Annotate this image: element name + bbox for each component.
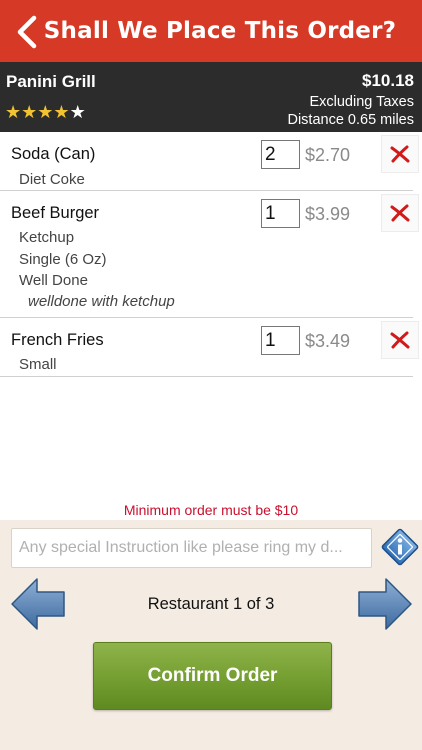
- page-title: Shall We Place This Order?: [43, 18, 397, 44]
- star-icon: ★: [37, 102, 54, 122]
- rating-stars: ★★★★★: [5, 102, 86, 123]
- order-item: Beef Burger 1 $3.99 Ketchup Single (6 Oz…: [0, 191, 419, 318]
- item-name: French Fries: [11, 331, 104, 349]
- item-option: Well Done: [19, 272, 88, 289]
- order-item: Soda (Can) 2 $2.70 Diet Coke: [0, 132, 419, 191]
- item-option: Ketchup: [19, 229, 75, 246]
- special-instructions-input[interactable]: [11, 528, 372, 568]
- item-option: Diet Coke: [19, 171, 85, 188]
- app-header: Shall We Place This Order?: [0, 0, 422, 62]
- order-item: French Fries 1 $3.49 Small: [0, 318, 419, 377]
- restaurant-distance: Distance 0.65 miles: [287, 112, 414, 128]
- order-item-list: Soda (Can) 2 $2.70 Diet Coke Beef Burger…: [0, 132, 422, 377]
- back-button[interactable]: [10, 12, 44, 52]
- minimum-order-warning: Minimum order must be $10: [123, 502, 299, 518]
- x-icon: [390, 145, 410, 163]
- remove-item-button[interactable]: [381, 194, 419, 232]
- order-total: $10.18: [362, 71, 414, 90]
- item-name: Soda (Can): [11, 145, 96, 163]
- item-name: Beef Burger: [11, 204, 100, 222]
- star-icon: ★: [5, 102, 22, 122]
- quantity-field[interactable]: 1: [261, 326, 300, 355]
- star-empty-icon: ★: [69, 102, 86, 122]
- confirm-order-button[interactable]: Confirm Order: [93, 642, 332, 710]
- item-price: $3.99: [305, 204, 351, 224]
- chevron-left-icon: [17, 15, 37, 49]
- info-icon[interactable]: [379, 526, 421, 568]
- restaurant-summary: Panini Grill ★★★★★ $10.18 Excluding Taxe…: [0, 62, 422, 132]
- bottom-panel: Restaurant 1 of 3 Confirm Order: [0, 520, 422, 750]
- remove-item-button[interactable]: [381, 321, 419, 359]
- x-icon: [390, 204, 410, 222]
- tax-note: Excluding Taxes: [309, 94, 414, 110]
- item-price: $3.49: [305, 331, 351, 351]
- remove-item-button[interactable]: [381, 135, 419, 173]
- item-note: welldone with ketchup: [28, 293, 175, 310]
- item-price: $2.70: [305, 145, 351, 165]
- quantity-field[interactable]: 1: [261, 199, 300, 228]
- x-icon: [390, 331, 410, 349]
- quantity-field[interactable]: 2: [261, 140, 300, 169]
- item-option: Single (6 Oz): [19, 251, 107, 268]
- restaurant-name: Panini Grill: [6, 72, 96, 91]
- arrow-right-icon[interactable]: [357, 577, 413, 631]
- star-icon: ★: [53, 102, 70, 122]
- item-option: Small: [19, 356, 57, 373]
- star-icon: ★: [21, 102, 38, 122]
